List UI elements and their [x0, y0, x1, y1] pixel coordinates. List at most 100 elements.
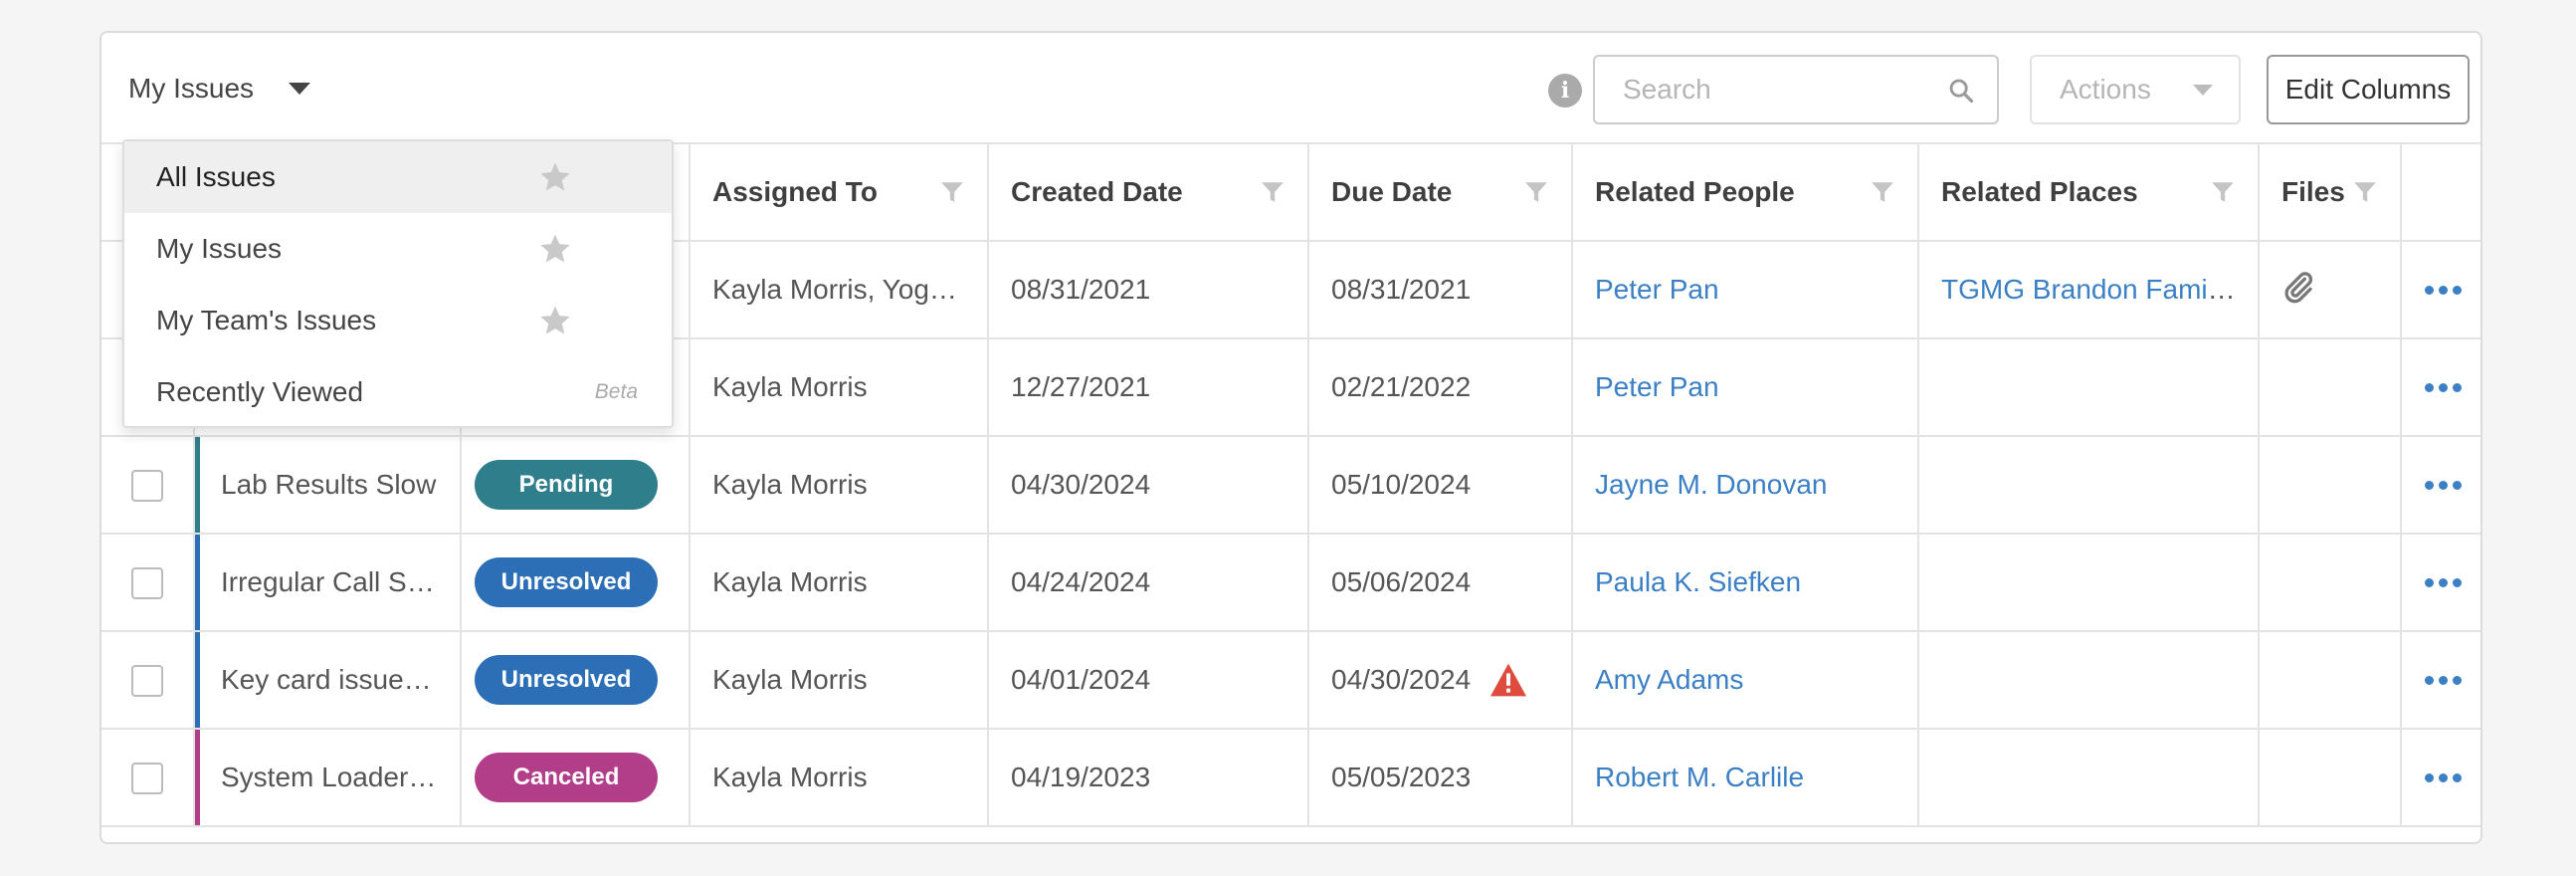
actions-button-label: Actions — [2060, 74, 2151, 105]
created-date-cell: 04/30/2024 — [988, 436, 1309, 535]
column-header-label: Files — [2281, 176, 2345, 207]
table-row[interactable]: Key card issues … Unresolved Kayla Morri… — [101, 631, 2480, 730]
created-date-cell: 12/27/2021 — [988, 338, 1309, 437]
row-checkbox[interactable] — [131, 664, 163, 697]
actions-button[interactable]: Actions — [2030, 55, 2241, 124]
edit-columns-button[interactable]: Edit Columns — [2267, 55, 2470, 124]
status-color-bar — [195, 437, 200, 532]
more-options-icon[interactable] — [2402, 480, 2480, 490]
related-person-link[interactable]: Robert M. Carlile — [1595, 762, 1804, 792]
dropdown-item-label: My Team's Issues — [156, 305, 377, 335]
status-badge: Unresolved — [475, 557, 658, 607]
view-dropdown-menu: All Issues My Issues My Team's Issues Recen… — [122, 139, 674, 428]
more-options-icon[interactable] — [2402, 577, 2480, 587]
column-header-label: Related People — [1595, 176, 1795, 207]
assigned-cell: Kayla Morris — [690, 436, 989, 535]
row-select-cell — [101, 436, 195, 535]
more-options-icon[interactable] — [2402, 772, 2480, 782]
dropdown-item[interactable]: My Team's Issues — [124, 285, 672, 356]
column-header-label: Related Places — [1941, 176, 2138, 207]
filter-icon[interactable] — [1260, 179, 1286, 205]
paperclip-icon[interactable] — [2281, 270, 2315, 304]
more-options-icon[interactable] — [2402, 382, 2480, 392]
toolbar: My Issues i Actions Edit Columns — [101, 33, 2480, 142]
column-header-places[interactable]: Related Places — [1918, 142, 2260, 242]
filter-icon[interactable] — [2210, 179, 2236, 205]
row-checkbox[interactable] — [131, 762, 163, 794]
more-options-icon[interactable] — [2402, 285, 2480, 295]
info-icon[interactable]: i — [1548, 74, 1582, 108]
dropdown-item[interactable]: My Issues — [124, 213, 672, 285]
filter-icon[interactable] — [2352, 179, 2378, 205]
column-header-created[interactable]: Created Date — [988, 142, 1309, 242]
filter-icon[interactable] — [1523, 179, 1549, 205]
column-header-assigned[interactable]: Assigned To — [690, 142, 989, 242]
related-people-cell: Paula K. Siefken — [1572, 534, 1919, 632]
search-box — [1593, 55, 1999, 124]
more-options-icon[interactable] — [2402, 675, 2480, 685]
related-person-link[interactable]: Paula K. Siefken — [1595, 566, 1801, 597]
star-icon[interactable] — [538, 232, 572, 266]
subject-text: Irregular Call Sc… — [221, 566, 449, 597]
created-date-cell: 04/19/2023 — [988, 729, 1309, 827]
warning-icon — [1490, 663, 1527, 697]
due-date-text: 05/06/2024 — [1331, 566, 1472, 597]
related-person-link[interactable]: Amy Adams — [1595, 664, 1743, 695]
files-cell — [2259, 534, 2402, 632]
table-row[interactable]: Irregular Call Sc… Unresolved Kayla Morr… — [101, 534, 2480, 632]
related-person-link[interactable]: Peter Pan — [1595, 274, 1719, 305]
related-places-cell — [1918, 534, 2260, 632]
dropdown-item[interactable]: All Issues — [124, 141, 672, 213]
dropdown-item-label: Recently Viewed — [156, 376, 364, 407]
subject-cell[interactable]: Irregular Call Sc… — [194, 534, 462, 632]
status-cell: Canceled — [461, 729, 691, 827]
row-select-cell — [101, 729, 195, 827]
filter-icon[interactable] — [939, 179, 965, 205]
column-header-actions — [2401, 142, 2480, 242]
assigned-cell: Kayla Morris — [690, 338, 989, 437]
dropdown-item-label: My Issues — [156, 233, 283, 264]
subject-cell[interactable]: Key card issues … — [194, 631, 462, 730]
subject-text: Lab Results Slow — [221, 469, 437, 500]
search-input[interactable] — [1595, 57, 1997, 122]
table-row[interactable]: Lab Results Slow Pending Kayla Morris 04… — [101, 436, 2480, 535]
row-actions-cell — [2401, 241, 2480, 339]
due-date-text: 05/10/2024 — [1331, 469, 1472, 500]
column-header-due[interactable]: Due Date — [1308, 142, 1573, 242]
star-icon[interactable] — [538, 304, 572, 337]
assigned-cell: Kayla Morris — [690, 729, 989, 827]
related-places-cell — [1918, 436, 2260, 535]
related-people-cell: Robert M. Carlile — [1572, 729, 1919, 827]
row-checkbox[interactable] — [131, 566, 163, 599]
assigned-cell: Kayla Morris, Yoge… — [690, 241, 989, 339]
filter-icon[interactable] — [1870, 179, 1895, 205]
status-cell: Unresolved — [461, 631, 691, 730]
column-header-label: Assigned To — [712, 176, 878, 207]
column-header-files[interactable]: Files — [2259, 142, 2402, 242]
star-icon[interactable] — [538, 160, 572, 194]
table-row[interactable]: System Loader i… Canceled Kayla Morris 0… — [101, 729, 2480, 827]
created-date-cell: 04/01/2024 — [988, 631, 1309, 730]
due-date-cell: 05/05/2023 — [1308, 729, 1573, 827]
dropdown-item[interactable]: Recently Viewed Beta — [124, 356, 672, 428]
related-place-link[interactable]: TGMG Brandon Famil… — [1941, 274, 2242, 305]
subject-cell[interactable]: System Loader i… — [194, 729, 462, 827]
row-checkbox[interactable] — [131, 469, 163, 502]
search-icon[interactable] — [1947, 77, 1975, 105]
related-person-link[interactable]: Peter Pan — [1595, 371, 1719, 402]
due-date-cell: 05/06/2024 — [1308, 534, 1573, 632]
related-people-cell: Amy Adams — [1572, 631, 1919, 730]
column-header-people[interactable]: Related People — [1572, 142, 1919, 242]
created-date-cell: 08/31/2021 — [988, 241, 1309, 339]
related-places-cell — [1918, 631, 2260, 730]
subject-text: Key card issues … — [221, 664, 454, 695]
files-cell — [2259, 338, 2402, 437]
subject-cell[interactable]: Lab Results Slow — [194, 436, 462, 535]
row-select-cell — [101, 631, 195, 730]
row-actions-cell — [2401, 436, 2480, 535]
view-selector[interactable]: My Issues — [128, 69, 311, 109]
related-person-link[interactable]: Jayne M. Donovan — [1595, 469, 1827, 500]
status-color-bar — [195, 632, 200, 727]
created-date-cell: 04/24/2024 — [988, 534, 1309, 632]
due-date-text: 04/30/2024 — [1331, 664, 1472, 695]
